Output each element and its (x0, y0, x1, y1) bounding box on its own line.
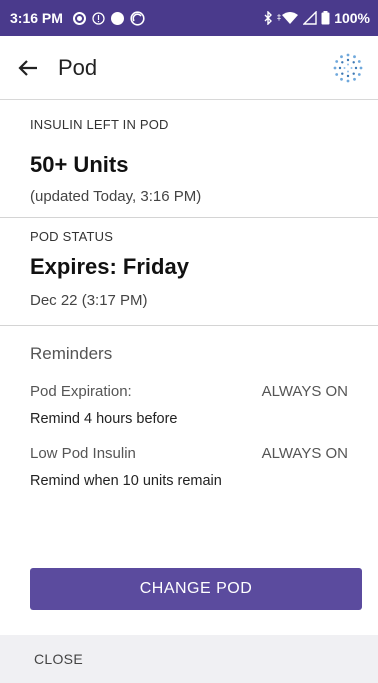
svg-text:‡: ‡ (277, 13, 281, 22)
reminder-state: ALWAYS ON (261, 383, 348, 400)
circle-icon (110, 11, 124, 25)
info-icon (92, 11, 105, 25)
system-icons: ‡ 100% (263, 10, 370, 26)
pod-expiry-date: Dec 22 (3:17 PM) (30, 292, 148, 309)
reminder-state: ALWAYS ON (261, 445, 348, 462)
reminder-row: Pod Expiration: ALWAYS ON (30, 383, 348, 400)
bluetooth-icon (264, 11, 273, 25)
close-button[interactable]: CLOSE (34, 651, 83, 667)
footer-bar: CLOSE (0, 635, 378, 683)
wifi-icon: ‡ (277, 12, 299, 24)
reminder-description: Remind when 10 units remain (30, 473, 222, 489)
reminders-section: Reminders Pod Expiration: ALWAYS ON Remi… (0, 344, 378, 489)
battery-percent: 100% (334, 10, 370, 26)
status-bar: 3:16 PM ‡ 100% (0, 0, 378, 36)
change-pod-button[interactable]: CHANGE POD (30, 568, 362, 610)
insulin-updated: (updated Today, 3:16 PM) (30, 188, 202, 205)
pod-status-label: POD STATUS (30, 229, 114, 244)
reminders-title: Reminders (30, 344, 113, 363)
battery-icon (321, 11, 330, 25)
pod-status-section: POD STATUS Expires: Friday Dec 22 (3:17 … (0, 229, 378, 309)
divider (0, 325, 378, 326)
arrow-left-icon[interactable] (14, 54, 42, 82)
signal-icon (303, 11, 317, 25)
app-header: Pod (0, 36, 378, 100)
omnipod-logo-icon (333, 53, 363, 82)
reminder-row: Low Pod Insulin ALWAYS ON (30, 445, 348, 462)
record-icon (72, 11, 86, 25)
insulin-label: INSULIN LEFT IN POD (30, 117, 169, 132)
pod-status-value: Expires: Friday (30, 254, 189, 279)
page-title: Pod (58, 54, 98, 80)
notification-icons (72, 10, 145, 26)
insulin-section: INSULIN LEFT IN POD 50+ Units (updated T… (0, 117, 378, 205)
status-time: 3:16 PM (10, 10, 63, 26)
reminder-name: Low Pod Insulin (30, 445, 136, 462)
divider (0, 217, 378, 218)
insulin-value: 50+ Units (30, 152, 129, 177)
reminder-description: Remind 4 hours before (30, 411, 178, 427)
reminder-name: Pod Expiration: (30, 383, 132, 400)
target-icon (130, 10, 145, 26)
